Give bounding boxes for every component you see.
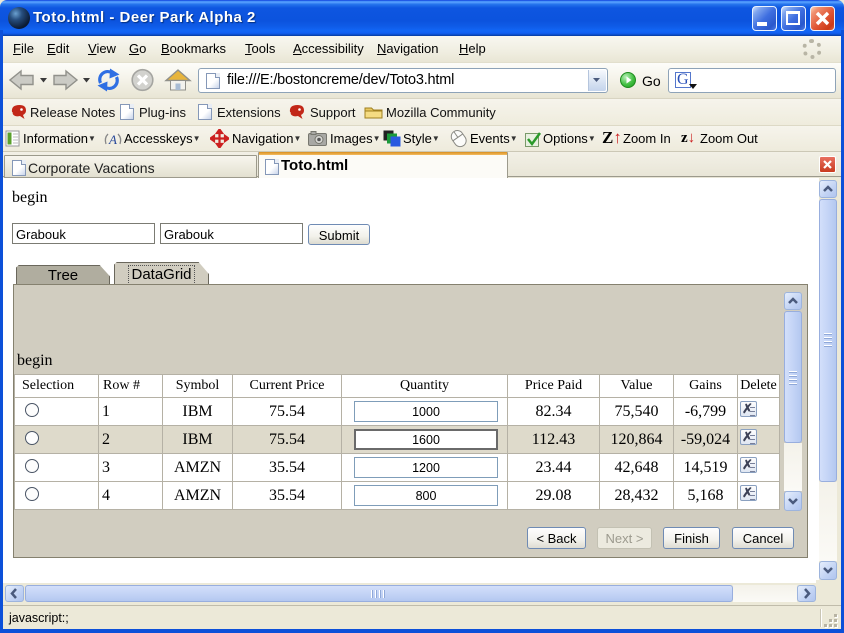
- svg-text:A: A: [108, 132, 117, 147]
